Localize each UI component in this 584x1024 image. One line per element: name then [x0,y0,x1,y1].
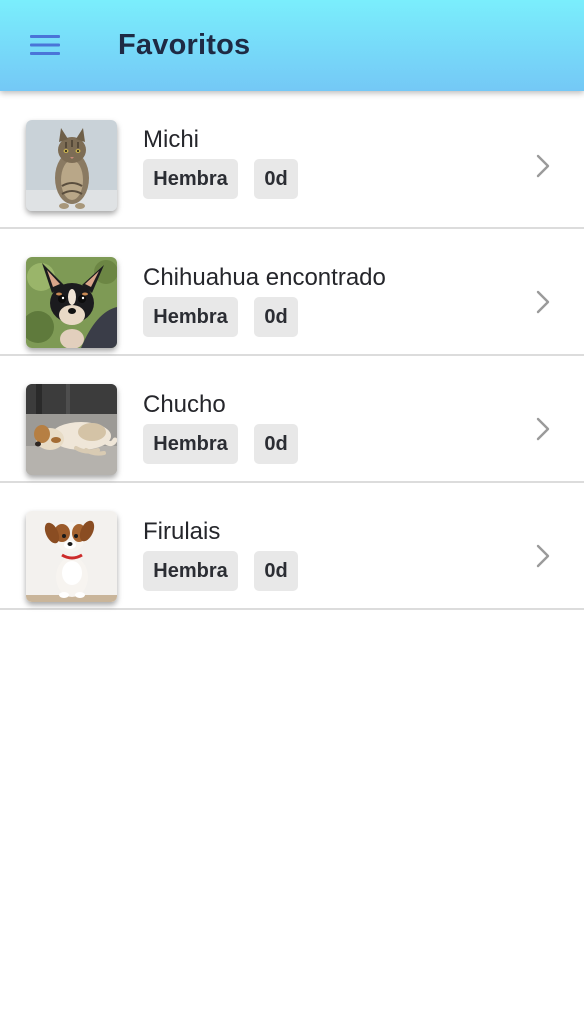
chevron-right-icon [536,544,550,568]
age-badge: 0d [254,424,298,464]
age-badge: 0d [254,159,298,199]
pet-name: Chucho [143,391,226,418]
pet-name: Firulais [143,518,221,545]
favorites-list: Michi Hembra 0d Chihuahua encontrado Hem… [0,91,584,610]
age-badge: 0d [254,551,298,591]
pet-photo-chihuahua [26,257,117,348]
sex-badge: Hembra [143,551,238,591]
chevron-right-icon [536,417,550,441]
pet-name: Michi [143,126,200,153]
sex-badge: Hembra [143,297,238,337]
favorite-item[interactable]: Chihuahua encontrado Hembra 0d [0,229,584,356]
pet-photo-cat [26,120,117,211]
age-badge: 0d [254,297,298,337]
favorite-item[interactable]: Chucho Hembra 0d [0,356,584,483]
chevron-right-icon [536,154,550,178]
pet-photo-puppy [26,511,117,602]
hamburger-menu-icon [30,35,60,55]
page-title: Favoritos [118,29,251,61]
pet-name: Chihuahua encontrado [143,264,386,291]
sex-badge: Hembra [143,159,238,199]
favorite-item[interactable]: Firulais Hembra 0d [0,483,584,610]
pet-photo-sleeping-dog [26,384,117,475]
app-screen: Favoritos Michi Hembra 0d Chihuahua enco… [0,0,584,1024]
app-header: Favoritos [0,0,584,91]
favorite-item[interactable]: Michi Hembra 0d [0,91,584,229]
menu-button[interactable] [22,24,68,66]
chevron-right-icon [536,290,550,314]
sex-badge: Hembra [143,424,238,464]
